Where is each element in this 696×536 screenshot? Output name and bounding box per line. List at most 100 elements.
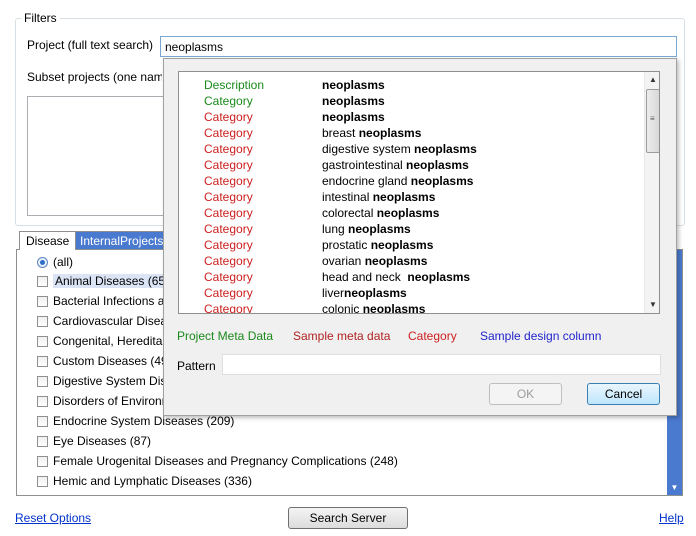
ok-button[interactable]: OK xyxy=(489,383,562,405)
checkbox[interactable] xyxy=(37,355,48,367)
list-item[interactable]: Congenital, Hereditary, xyxy=(37,332,175,350)
suggestion-prefix: digestive system xyxy=(322,142,415,156)
list-item[interactable]: Female Urogenital Diseases and Pregnancy… xyxy=(37,452,398,470)
scroll-down-icon[interactable]: ▼ xyxy=(645,297,659,313)
list-item[interactable]: Custom Diseases (498) xyxy=(37,352,178,370)
suggestion-type: Category xyxy=(204,190,253,204)
suggestion-row[interactable]: Category colonic neoplasms xyxy=(179,302,645,314)
suggestion-value: neoplasms xyxy=(322,78,385,92)
scroll-up-icon[interactable]: ▲ xyxy=(645,72,659,88)
suggestion-match: neoplasms xyxy=(410,174,474,188)
list-item-label: Female Urogenital Diseases and Pregnancy… xyxy=(53,454,398,468)
suggestion-match: neoplasms xyxy=(322,110,385,124)
project-search-input[interactable] xyxy=(160,36,677,57)
autocomplete-popup: Description neoplasms Category neoplasms Cat… xyxy=(163,58,677,416)
checkbox[interactable] xyxy=(37,275,48,287)
suggestion-prefix: colorectal xyxy=(322,206,377,220)
suggestion-value: gastrointestinal neoplasms xyxy=(322,158,469,172)
suggestion-prefix: liver xyxy=(322,286,345,300)
suggestion-row[interactable]: Category liverneoplasms xyxy=(179,286,645,302)
suggestion-prefix: colonic xyxy=(322,302,363,314)
checkbox[interactable] xyxy=(37,415,48,427)
suggestion-row[interactable]: Category breast neoplasms xyxy=(179,126,645,142)
list-item-all[interactable]: (all) xyxy=(37,253,73,271)
checkbox[interactable] xyxy=(37,315,48,327)
checkbox[interactable] xyxy=(37,435,48,447)
list-item[interactable]: Animal Diseases (659) xyxy=(37,272,178,290)
suggestion-value: head and neck neoplasms xyxy=(322,270,470,284)
suggestion-prefix: ovarian xyxy=(322,254,365,268)
suggestion-row[interactable]: Category head and neck neoplasms xyxy=(179,270,645,286)
suggestion-match: neoplasms xyxy=(344,286,407,300)
suggestion-row[interactable]: Category neoplasms xyxy=(179,110,645,126)
checkbox[interactable] xyxy=(37,475,48,487)
suggestion-row[interactable]: Category digestive system neoplasms xyxy=(179,142,645,158)
legend-category: Category xyxy=(408,329,457,343)
scroll-down-icon[interactable]: ▼ xyxy=(667,480,682,495)
cancel-button[interactable]: Cancel xyxy=(587,383,660,405)
suggestion-row[interactable]: Category lung neoplasms xyxy=(179,222,645,238)
suggestion-type: Category xyxy=(204,110,253,124)
checkbox[interactable] xyxy=(37,375,48,387)
list-item[interactable]: Eye Diseases (87) xyxy=(37,432,151,450)
list-item[interactable]: Digestive System Disea xyxy=(37,372,180,390)
list-item-label: Digestive System Disea xyxy=(53,374,180,388)
radio-all[interactable] xyxy=(37,256,48,268)
suggestion-row[interactable]: Description neoplasms xyxy=(179,78,645,94)
suggestion-value: lung neoplasms xyxy=(322,222,411,236)
pattern-input[interactable] xyxy=(222,354,661,375)
list-item[interactable]: Cardiovascular Disease xyxy=(37,312,180,330)
checkbox[interactable] xyxy=(37,295,48,307)
list-item-label: Bacterial Infections and xyxy=(53,294,178,308)
suggestion-row[interactable]: Category ovarian neoplasms xyxy=(179,254,645,270)
scroll-thumb[interactable]: ≡ xyxy=(646,89,659,153)
suggestion-type: Category xyxy=(204,158,253,172)
suggestion-row[interactable]: Category colorectal neoplasms xyxy=(179,206,645,222)
list-item-label: Disorders of Environme xyxy=(53,394,179,408)
checkbox[interactable] xyxy=(37,395,48,407)
suggestion-row[interactable]: Category endocrine gland neoplasms xyxy=(179,174,645,190)
legend-sample-meta-data: Sample meta data xyxy=(293,329,391,343)
suggestion-value: colorectal neoplasms xyxy=(322,206,439,220)
list-item-label: Animal Diseases (659) xyxy=(53,274,178,288)
list-item[interactable]: Bacterial Infections and xyxy=(37,292,178,310)
suggestion-prefix: lung xyxy=(322,222,349,236)
suggestion-scrollbar[interactable]: ▲ ≡ ▼ xyxy=(644,72,659,313)
suggestion-match: neoplasms xyxy=(362,302,426,314)
list-item-label: Cardiovascular Disease xyxy=(53,314,180,328)
checkbox[interactable] xyxy=(37,455,48,467)
suggestion-prefix: prostatic xyxy=(322,238,371,252)
grip-icon: ≡ xyxy=(650,114,655,123)
tab-internal-projects[interactable]: InternalProjects xyxy=(73,231,171,250)
suggestion-type: Category xyxy=(204,142,253,156)
reset-options-link[interactable]: Reset Options xyxy=(15,511,91,525)
suggestion-match: neoplasms xyxy=(372,190,436,204)
suggestion-type: Category xyxy=(204,174,253,188)
suggestion-value: digestive system neoplasms xyxy=(322,142,477,156)
list-item-label: (all) xyxy=(53,255,73,269)
suggestion-match: neoplasms xyxy=(376,206,440,220)
list-item-label: Eye Diseases (87) xyxy=(53,434,152,448)
suggestion-row[interactable]: Category gastrointestinal neoplasms xyxy=(179,158,645,174)
suggestion-row[interactable]: Category prostatic neoplasms xyxy=(179,238,645,254)
tab-disease[interactable]: Disease xyxy=(19,231,77,250)
list-item[interactable] xyxy=(37,492,53,495)
suggestion-list[interactable]: Description neoplasms Category neoplasms Cat… xyxy=(178,71,660,314)
search-server-button[interactable]: Search Server xyxy=(288,507,408,529)
subset-projects-textarea[interactable] xyxy=(27,96,167,216)
list-item[interactable]: Disorders of Environme xyxy=(37,392,178,410)
suggestion-type: Category xyxy=(204,254,253,268)
suggestion-value: liverneoplasms xyxy=(322,286,407,300)
suggestion-match: neoplasms xyxy=(364,254,428,268)
legend-sample-design-column: Sample design column xyxy=(480,329,602,343)
checkbox[interactable] xyxy=(37,335,48,347)
help-link[interactable]: Help xyxy=(659,511,684,525)
list-item[interactable]: Hemic and Lymphatic Diseases (336) xyxy=(37,472,252,490)
suggestion-row[interactable]: Category intestinal neoplasms xyxy=(179,190,645,206)
suggestion-row[interactable]: Category neoplasms xyxy=(179,94,645,110)
suggestion-prefix: gastrointestinal xyxy=(322,158,407,172)
suggestion-match: neoplasms xyxy=(406,158,469,172)
suggestion-match: neoplasms xyxy=(414,142,477,156)
suggestion-value: endocrine gland neoplasms xyxy=(322,174,473,188)
suggestion-value: breast neoplasms xyxy=(322,126,421,140)
